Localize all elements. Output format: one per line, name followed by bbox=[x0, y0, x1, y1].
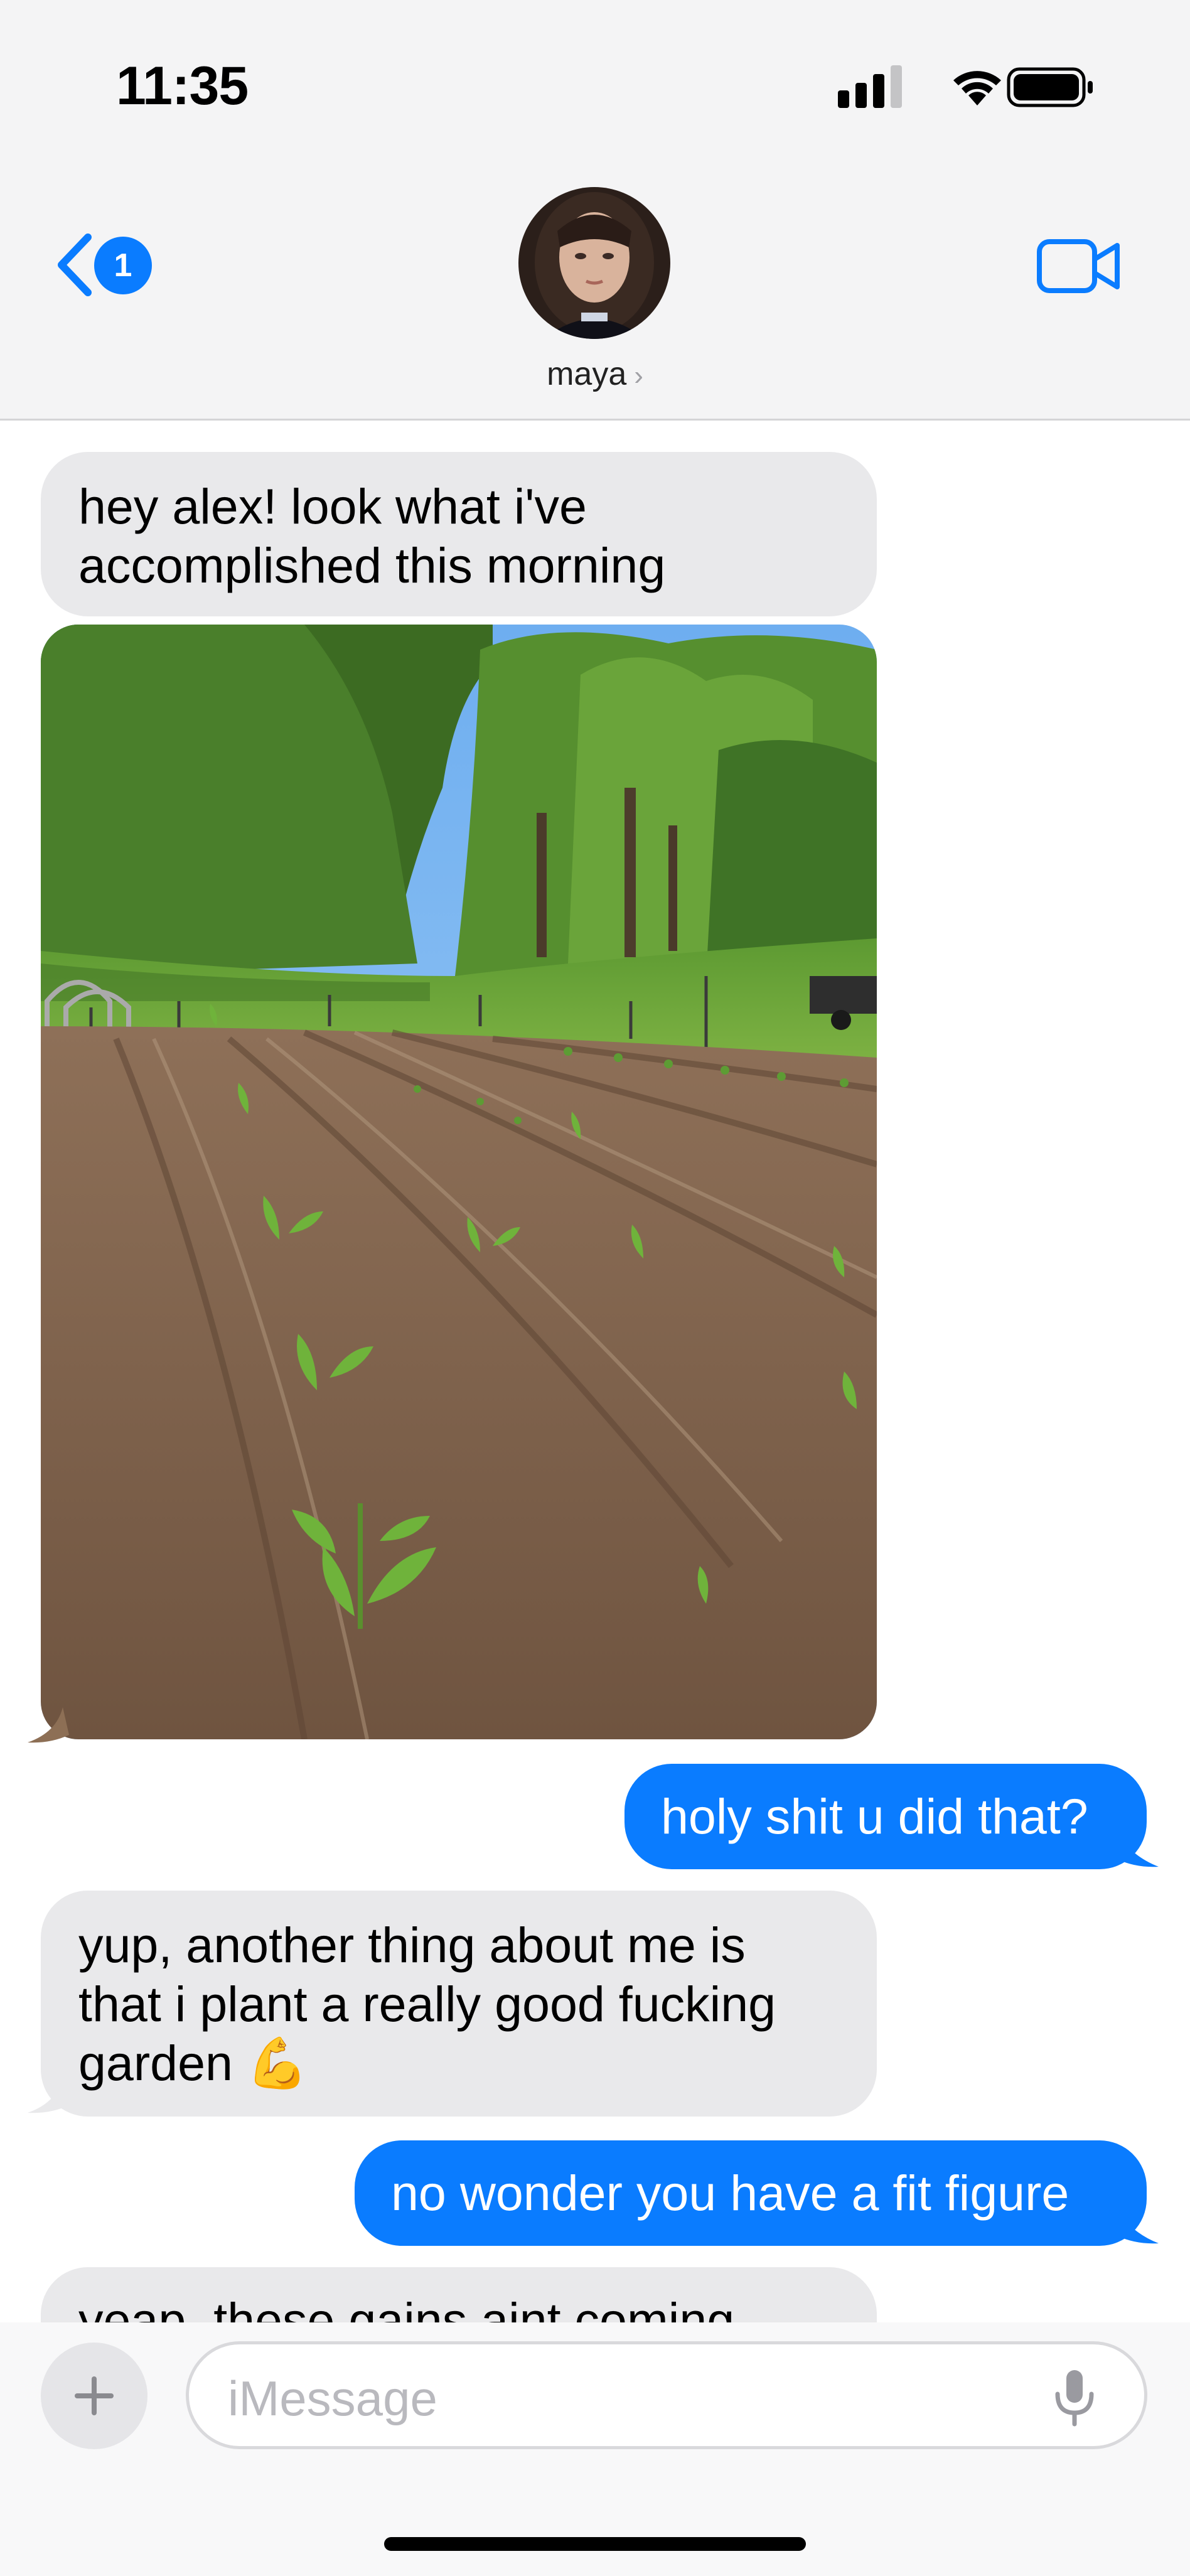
contact-name-label: maya bbox=[547, 356, 627, 392]
message-text-line: accomplished this morning bbox=[78, 537, 666, 593]
status-time: 11:35 bbox=[116, 56, 249, 116]
unread-badge: 1 bbox=[94, 237, 152, 294]
message-text-line: yup, another thing about me is bbox=[78, 1917, 746, 1973]
video-camera-icon bbox=[1037, 239, 1120, 293]
message-incoming[interactable]: hey alex! look what i've accomplished th… bbox=[41, 452, 877, 616]
message-text-line: that i plant a really good fucking bbox=[78, 1976, 776, 2032]
chevron-right-icon: › bbox=[634, 360, 643, 391]
message-incoming[interactable]: yup, another thing about me is that i pl… bbox=[41, 1891, 877, 2117]
contact-name[interactable]: maya › bbox=[0, 355, 1190, 393]
message-input-container[interactable] bbox=[186, 2341, 1147, 2449]
status-icons bbox=[838, 65, 1093, 108]
battery-icon bbox=[1007, 67, 1093, 107]
signal-icon bbox=[838, 65, 902, 108]
message-text: no wonder you have a fit figure bbox=[391, 2165, 1069, 2221]
message-input[interactable] bbox=[227, 2363, 1045, 2434]
plus-icon bbox=[75, 2376, 114, 2415]
bubble-tail bbox=[1117, 1832, 1159, 1867]
microphone-button[interactable] bbox=[1053, 2368, 1096, 2428]
avatar[interactable] bbox=[518, 187, 670, 339]
video-call-button[interactable] bbox=[1036, 235, 1123, 298]
message-outgoing[interactable]: holy shit u did that? bbox=[624, 1764, 1147, 1869]
home-indicator[interactable] bbox=[384, 2537, 806, 2551]
message-text: holy shit u did that? bbox=[661, 1788, 1088, 1844]
add-attachment-button[interactable] bbox=[41, 2343, 147, 2449]
message-text-line: hey alex! look what i've bbox=[78, 478, 587, 534]
garden-photo[interactable] bbox=[41, 625, 877, 1739]
conversation-header: 11:35 1 maya › bbox=[0, 0, 1190, 421]
microphone-icon bbox=[1055, 2370, 1094, 2427]
chevron-left-icon bbox=[58, 233, 92, 296]
message-outgoing[interactable]: no wonder you have a fit figure bbox=[355, 2140, 1147, 2246]
bubble-tail bbox=[1117, 2208, 1159, 2244]
wifi-icon bbox=[953, 71, 1001, 105]
message-text-line: garden 💪 bbox=[78, 2035, 309, 2091]
bubble-tail bbox=[28, 1707, 69, 1743]
bubble-tail bbox=[28, 2078, 69, 2113]
